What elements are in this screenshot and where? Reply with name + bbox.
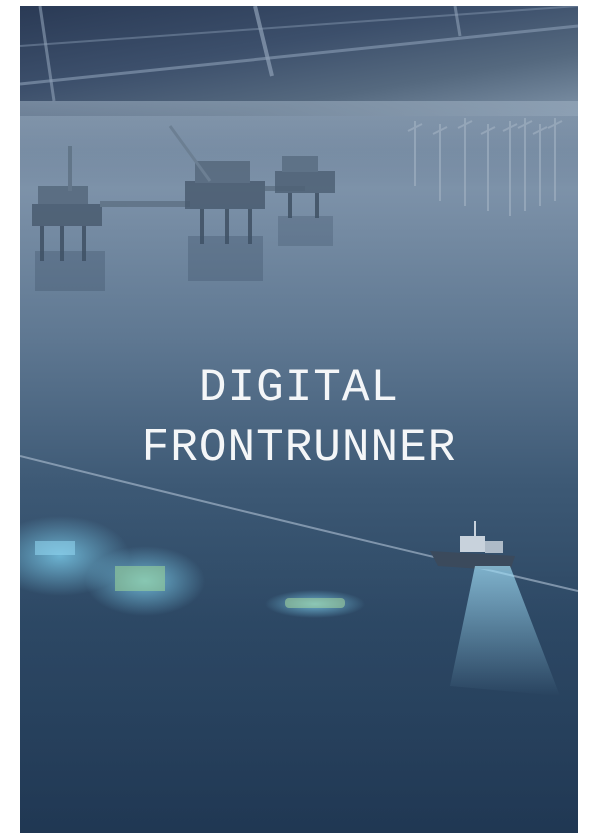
subsea-module-icon bbox=[35, 541, 75, 555]
subsea-module-icon bbox=[115, 566, 165, 591]
oil-platform-icon bbox=[32, 146, 190, 261]
cover-image: DIGITAL FRONTRUNNER bbox=[20, 6, 578, 833]
oil-platform-icon bbox=[275, 156, 335, 218]
subsea-module-icon bbox=[285, 598, 345, 608]
title-line-frontrunner: FRONTRUNNER bbox=[141, 422, 457, 474]
page: DIGITAL FRONTRUNNER bbox=[0, 0, 593, 837]
cover-title: DIGITAL FRONTRUNNER bbox=[20, 358, 578, 478]
title-line-digital: DIGITAL bbox=[198, 362, 400, 414]
wind-turbine-icon bbox=[407, 118, 563, 216]
